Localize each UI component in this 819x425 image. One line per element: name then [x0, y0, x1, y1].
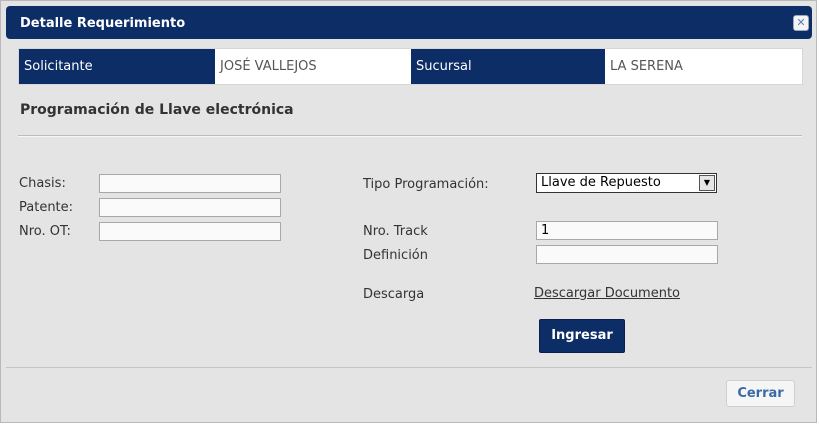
chasis-label: Chasis: — [19, 176, 66, 191]
patente-input[interactable] — [99, 198, 281, 217]
tipo-programacion-value: Llave de Repuesto — [541, 175, 661, 190]
section-divider — [18, 135, 802, 137]
tipo-programacion-select[interactable]: Llave de Repuesto ▼ — [536, 173, 717, 193]
download-document-link[interactable]: Descargar Documento — [534, 286, 680, 301]
section-title: Programación de Llave electrónica — [20, 102, 294, 118]
tipo-programacion-label: Tipo Programación: — [363, 177, 489, 192]
chevron-down-icon[interactable]: ▼ — [699, 175, 715, 191]
dialog-titlebar: Detalle Requerimiento ✕ — [6, 6, 812, 39]
requester-info-bar: Solicitante JOSÉ VALLEJOS Sucursal LA SE… — [18, 48, 803, 85]
ingresar-button[interactable]: Ingresar — [539, 319, 625, 353]
footer-divider — [6, 367, 812, 368]
definicion-input[interactable] — [536, 245, 718, 264]
patente-label: Patente: — [19, 200, 74, 215]
definicion-label: Definición — [363, 248, 428, 263]
descarga-label: Descarga — [363, 287, 425, 302]
sucursal-label: Sucursal — [411, 49, 605, 84]
track-label: Nro. Track — [363, 224, 428, 239]
solicitante-value: JOSÉ VALLEJOS — [215, 49, 411, 84]
ot-input[interactable] — [99, 222, 281, 241]
solicitante-label: Solicitante — [19, 49, 215, 84]
cerrar-button[interactable]: Cerrar — [726, 380, 795, 407]
sucursal-value: LA SERENA — [605, 49, 801, 84]
track-input[interactable] — [536, 221, 718, 240]
close-icon[interactable]: ✕ — [793, 15, 809, 31]
dialog-title: Detalle Requerimiento — [20, 16, 186, 31]
detail-dialog: Detalle Requerimiento ✕ Solicitante JOSÉ… — [0, 0, 817, 423]
chasis-input[interactable] — [99, 174, 281, 193]
ot-label: Nro. OT: — [19, 224, 71, 239]
